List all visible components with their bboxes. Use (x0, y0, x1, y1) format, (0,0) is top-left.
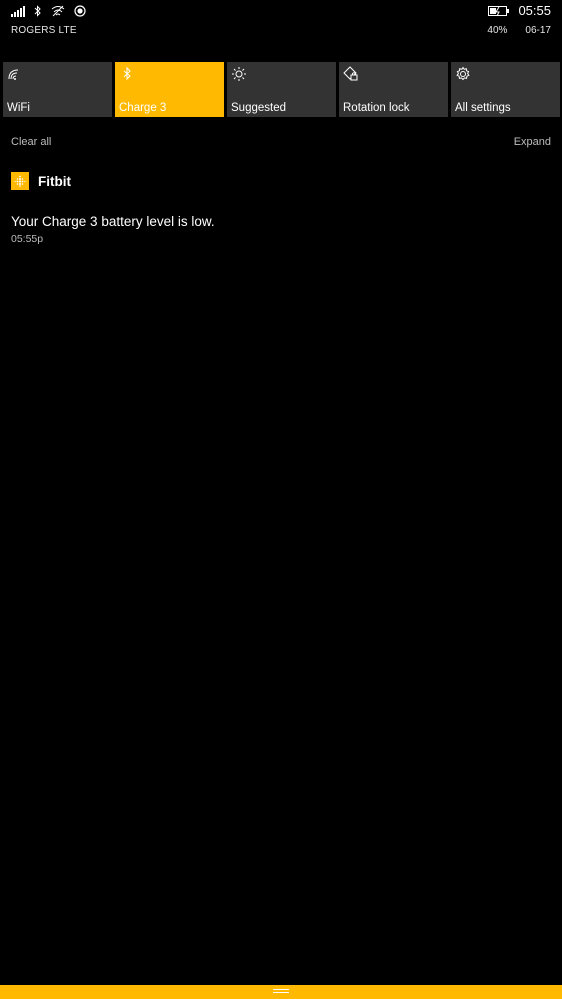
notification-app-header[interactable]: Fitbit (11, 172, 551, 190)
status-icons (11, 4, 86, 18)
quick-action-label: Suggested (231, 102, 286, 114)
battery-charging-icon (488, 5, 510, 17)
notification-group: Fitbit Your Charge 3 battery level is lo… (11, 172, 551, 245)
status-right: 05:55 (488, 3, 551, 18)
brightness-icon (231, 66, 247, 82)
wifi-off-icon (51, 5, 65, 17)
clock: 05:55 (518, 3, 551, 18)
quick-actions: WiFi Charge 3 Suggested Rotation lock Al… (3, 62, 560, 117)
quick-action-wifi[interactable]: WiFi (3, 62, 112, 117)
notification-app-name: Fitbit (38, 173, 71, 189)
date: 06-17 (525, 25, 551, 36)
bluetooth-icon (34, 5, 42, 17)
signal-strength-icon (11, 5, 25, 17)
location-icon (74, 5, 86, 17)
quick-action-label: WiFi (7, 102, 30, 114)
action-center-handle[interactable] (0, 985, 562, 999)
fitbit-icon (11, 172, 29, 190)
status-bar: ROGERS LTE 05:55 40% 06-17 (0, 0, 562, 44)
battery-percent: 40% (487, 25, 508, 36)
quick-action-brightness[interactable]: Suggested (227, 62, 336, 117)
status-right-details: 40% 06-17 (487, 25, 551, 36)
quick-action-label: Charge 3 (119, 102, 167, 114)
expand-button[interactable]: Expand (514, 136, 551, 148)
gear-icon (455, 66, 471, 82)
wifi-icon (7, 66, 23, 82)
notification-text: Your Charge 3 battery level is low. (11, 214, 215, 229)
grip-icon (273, 989, 289, 994)
rotation-lock-icon (343, 66, 359, 82)
notification-item[interactable]: Your Charge 3 battery level is low. 05:5… (11, 214, 551, 245)
bluetooth-icon (119, 66, 135, 82)
quick-action-label: Rotation lock (343, 102, 410, 114)
carrier-label: ROGERS LTE (11, 25, 77, 36)
quick-action-bluetooth[interactable]: Charge 3 (115, 62, 224, 117)
quick-action-all-settings[interactable]: All settings (451, 62, 560, 117)
quick-action-rotation-lock[interactable]: Rotation lock (339, 62, 448, 117)
clear-all-button[interactable]: Clear all (11, 136, 51, 148)
notification-time: 05:55p (11, 233, 44, 245)
quick-action-label: All settings (455, 102, 511, 114)
